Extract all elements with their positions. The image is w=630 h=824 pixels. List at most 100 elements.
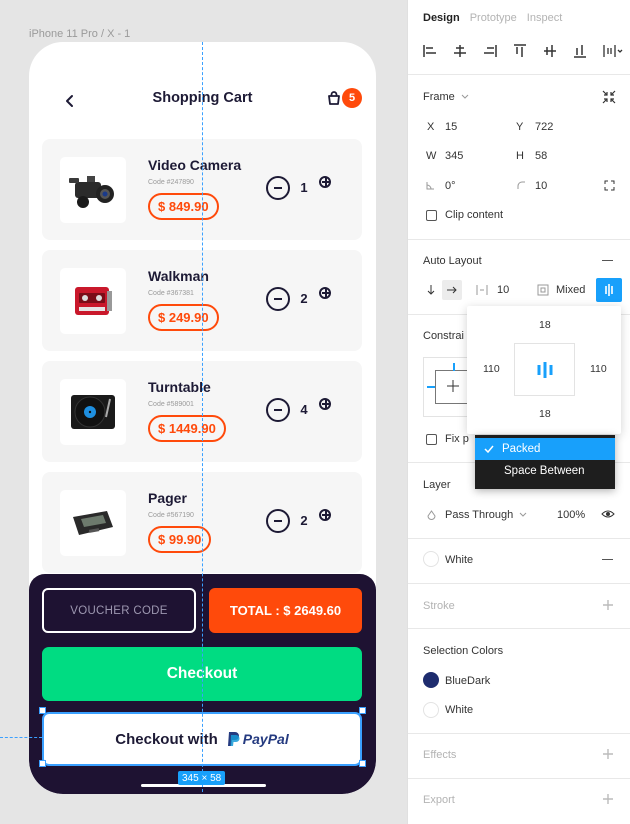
- selection-handle-top-right[interactable]: [359, 707, 366, 714]
- frame-label[interactable]: iPhone 11 Pro / X - 1: [29, 28, 130, 40]
- corner-radius-field[interactable]: 10: [535, 180, 547, 192]
- padding-field[interactable]: Mixed: [556, 284, 585, 296]
- decrease-quantity-button[interactable]: [266, 509, 290, 533]
- decrease-quantity-button[interactable]: [266, 287, 290, 311]
- constraint-top-indicator[interactable]: [453, 363, 455, 371]
- padding-left-field[interactable]: 110: [483, 363, 500, 375]
- independent-corners-icon[interactable]: [604, 180, 615, 191]
- padding-bottom-field[interactable]: 18: [539, 408, 551, 420]
- align-right-icon[interactable]: [483, 44, 497, 58]
- selection-handle-top-left[interactable]: [39, 707, 46, 714]
- align-left-icon[interactable]: [423, 44, 437, 58]
- eye-icon[interactable]: [601, 509, 615, 519]
- padding-top-field[interactable]: 18: [539, 319, 551, 331]
- add-stroke-icon[interactable]: [602, 599, 614, 611]
- selection-colors-title: Selection Colors: [423, 645, 504, 657]
- remove-auto-layout-icon[interactable]: [602, 260, 613, 261]
- tab-design[interactable]: Design: [423, 12, 460, 24]
- product-name: Video Camera: [148, 157, 242, 173]
- voucher-code-input[interactable]: VOUCHER CODE: [42, 588, 196, 633]
- tab-inspect[interactable]: Inspect: [527, 12, 562, 24]
- add-export-icon[interactable]: [602, 793, 614, 805]
- dropdown-option-label: Packed: [502, 443, 541, 455]
- opacity-field[interactable]: 100%: [557, 509, 585, 521]
- frame-section-title[interactable]: Frame: [423, 91, 469, 103]
- increase-quantity-button[interactable]: [319, 176, 331, 188]
- design-canvas[interactable]: iPhone 11 Pro / X - 1 Shopping Cart 5 Vi…: [0, 0, 407, 824]
- layer-title: Layer: [423, 479, 451, 491]
- fill-swatch[interactable]: [423, 551, 439, 567]
- increase-quantity-button[interactable]: [319, 287, 331, 299]
- product-name: Pager: [148, 490, 187, 506]
- increase-quantity-button[interactable]: [319, 398, 331, 410]
- color-swatch-white[interactable]: [423, 702, 439, 718]
- walkman-icon: [75, 287, 112, 315]
- align-top-icon[interactable]: [513, 44, 527, 58]
- y-field[interactable]: 722: [535, 121, 553, 133]
- product-image: [60, 490, 126, 556]
- decrease-quantity-button[interactable]: [266, 176, 290, 200]
- minus-icon: [274, 520, 282, 522]
- increase-quantity-button[interactable]: [319, 509, 331, 521]
- spacing-icon: [476, 285, 488, 295]
- alignment-grid[interactable]: [514, 343, 575, 396]
- rotation-icon: [426, 182, 434, 190]
- divider: [408, 628, 630, 629]
- paypal-icon: [227, 732, 240, 746]
- minus-icon: [274, 409, 282, 411]
- add-effect-icon[interactable]: [602, 748, 614, 760]
- stroke-title: Stroke: [423, 600, 455, 612]
- plus-icon: [447, 380, 459, 392]
- blend-mode-select[interactable]: Pass Through: [445, 509, 527, 521]
- plus-icon: [322, 400, 329, 408]
- clip-content-label: Clip content: [445, 209, 504, 221]
- auto-layout-title: Auto Layout: [423, 255, 482, 267]
- constraints-widget[interactable]: [423, 357, 473, 417]
- product-code: Code #247890: [148, 179, 194, 186]
- dropdown-option-space-between[interactable]: Space Between: [475, 460, 615, 482]
- padding-icon: [537, 284, 549, 296]
- product-price: $ 849.90: [148, 193, 219, 220]
- fix-position-checkbox[interactable]: [426, 434, 437, 445]
- align-bottom-icon[interactable]: [573, 44, 587, 58]
- direction-horizontal-button[interactable]: [442, 280, 462, 300]
- rotation-field[interactable]: 0°: [445, 180, 456, 192]
- x-field[interactable]: 15: [445, 121, 457, 133]
- align-center-icon: [537, 361, 552, 378]
- tab-prototype[interactable]: Prototype: [470, 12, 517, 24]
- product-image: [60, 157, 126, 223]
- plus-icon: [322, 289, 329, 297]
- align-horizontal-center-icon[interactable]: [453, 44, 467, 58]
- alignment-popover: 18 110 110 18: [467, 306, 621, 434]
- selection-handle-bottom-right[interactable]: [359, 760, 366, 767]
- alignment-toolbar: [423, 40, 623, 62]
- remove-fill-icon[interactable]: [602, 559, 613, 560]
- distribution-dropdown: Packed Space Between: [475, 435, 615, 489]
- w-label: W: [426, 150, 437, 162]
- fix-position-label: Fix p: [445, 433, 469, 445]
- resize-to-fit-icon[interactable]: [602, 90, 616, 104]
- dropdown-option-packed[interactable]: Packed: [475, 438, 615, 460]
- layout-guide-horizontal: [0, 737, 42, 738]
- video-camera-icon: [69, 176, 114, 208]
- item-spacing-field[interactable]: 10: [497, 284, 509, 296]
- divider: [408, 583, 630, 584]
- product-code: Code #589001: [148, 401, 194, 408]
- height-field[interactable]: 58: [535, 150, 547, 162]
- minus-icon: [274, 187, 282, 189]
- chevron-down-icon: [461, 94, 469, 99]
- align-vertical-center-icon[interactable]: [543, 44, 557, 58]
- constraint-left-indicator[interactable]: [427, 386, 435, 388]
- y-label: Y: [516, 121, 524, 133]
- distribute-icon[interactable]: [603, 44, 623, 58]
- clip-content-checkbox[interactable]: [426, 210, 437, 221]
- color-swatch-bluedark[interactable]: [423, 672, 439, 688]
- padding-right-field[interactable]: 110: [590, 363, 607, 375]
- width-field[interactable]: 345: [445, 150, 463, 162]
- selection-handle-bottom-left[interactable]: [39, 760, 46, 767]
- arrow-down-icon[interactable]: [426, 284, 436, 296]
- corner-radius-icon: [517, 181, 525, 189]
- alignment-settings-button[interactable]: [596, 278, 622, 302]
- decrease-quantity-button[interactable]: [266, 398, 290, 422]
- quantity-value: 4: [300, 402, 308, 417]
